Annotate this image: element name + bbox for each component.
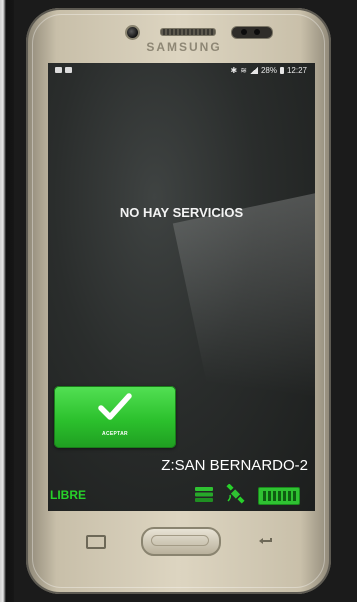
clock: 12:27 (286, 66, 307, 75)
stack-icon[interactable] (194, 486, 214, 503)
satellite-icon[interactable] (226, 484, 245, 504)
barcode-line (288, 491, 291, 501)
driver-status[interactable]: LIBRE (50, 488, 86, 502)
barcode-line (278, 491, 281, 501)
battery-icon (279, 67, 284, 74)
proximity-sensors (231, 26, 273, 39)
sensor-dot (241, 29, 247, 35)
notification-icons (55, 67, 72, 73)
zone-label: Z:SAN BERNARDO-2 (161, 457, 308, 474)
notification-icon (65, 67, 72, 73)
status-bar: ✱ ≋ 28% 12:27 (48, 63, 315, 79)
screen-glare (172, 188, 315, 478)
battery-percent: 28% (260, 66, 277, 75)
front-camera (125, 25, 140, 40)
bluetooth-icon: ✱ (230, 66, 238, 75)
barcode-line (293, 491, 296, 501)
barcode-line (268, 491, 271, 501)
sensor-dot (254, 29, 260, 35)
brand-logo: SAMSUNG (146, 40, 222, 54)
barcode-line (273, 491, 276, 501)
barcode-line (263, 491, 266, 501)
signal-icon (249, 67, 258, 74)
accept-button-label: ACEPTAR (102, 431, 128, 437)
back-button[interactable] (258, 536, 274, 546)
system-indicators: ✱ ≋ 28% 12:27 (231, 66, 307, 75)
checkmark-icon (98, 393, 132, 420)
barcode-line (283, 491, 286, 501)
accept-button[interactable]: ACEPTAR (54, 386, 176, 448)
wifi-icon: ≋ (240, 66, 247, 75)
home-button[interactable] (141, 527, 221, 556)
app-screen: ✱ ≋ 28% 12:27 NO HAY SERVICIOS ACEPTAR Z… (48, 63, 315, 511)
card-reader-icon[interactable] (258, 487, 300, 505)
earpiece-speaker (160, 28, 216, 36)
recent-apps-button[interactable] (86, 535, 106, 549)
no-services-message: NO HAY SERVICIOS (119, 205, 244, 220)
home-button-inner (151, 535, 209, 546)
hardware-nav-bar (48, 514, 315, 564)
notification-icon (55, 67, 62, 73)
